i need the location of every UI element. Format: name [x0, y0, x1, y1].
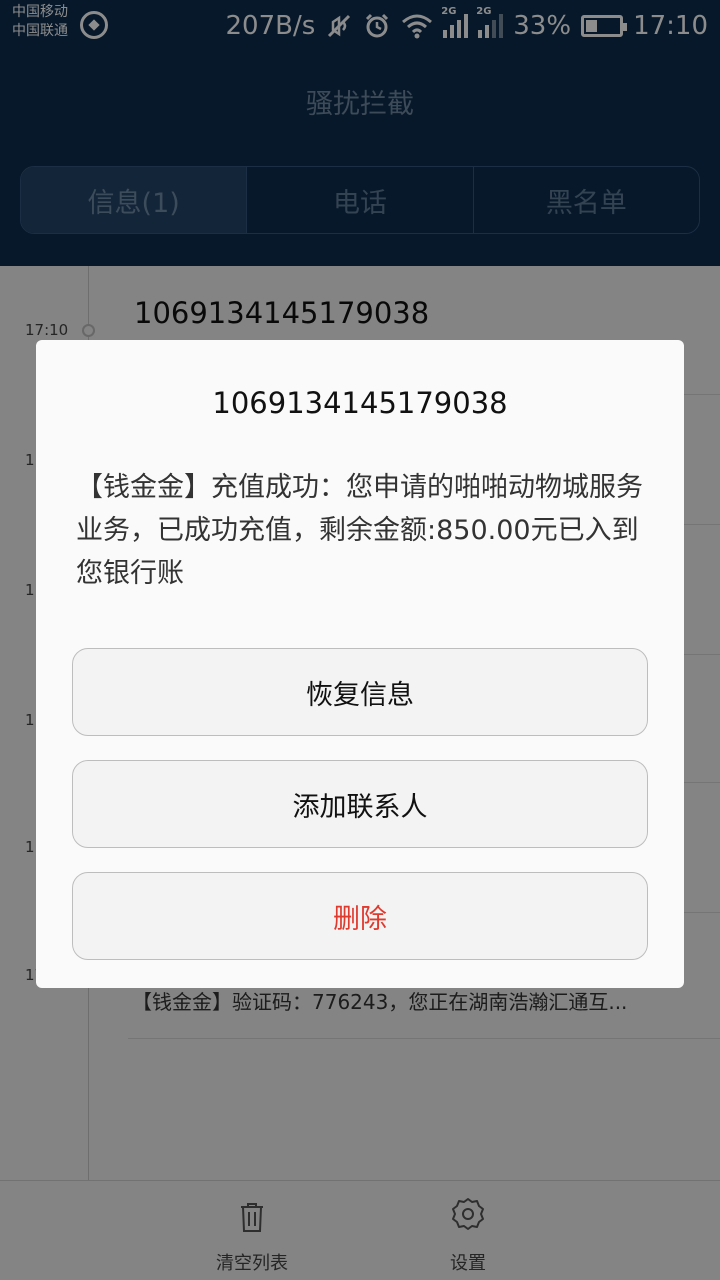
message-dialog: 1069134145179038 【钱金金】充值成功：您申请的啪啪动物城服务业务… — [36, 340, 684, 988]
dialog-sender-number: 1069134145179038 — [212, 386, 508, 420]
restore-message-button[interactable]: 恢复信息 — [72, 648, 648, 736]
add-contact-button[interactable]: 添加联系人 — [72, 760, 648, 848]
delete-button[interactable]: 删除 — [72, 872, 648, 960]
dialog-message-body: 【钱金金】充值成功：您申请的啪啪动物城服务业务，已成功充值，剩余金额:850.0… — [76, 472, 643, 589]
